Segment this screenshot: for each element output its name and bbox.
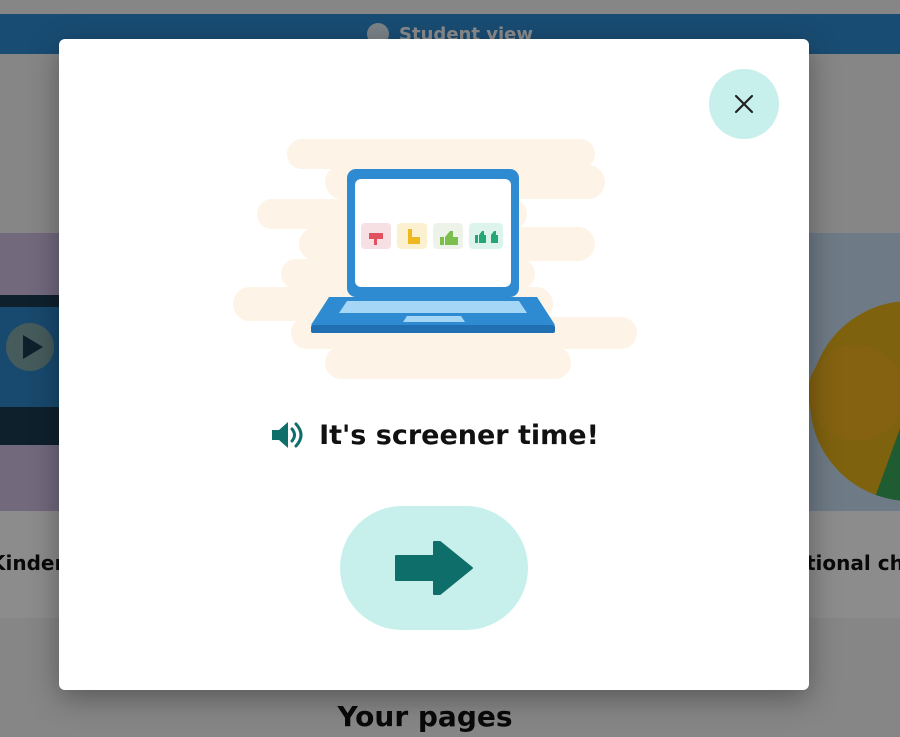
close-button[interactable] — [709, 69, 779, 139]
screener-modal: It's screener time! — [59, 39, 809, 690]
read-aloud-button[interactable] — [269, 417, 305, 453]
speaker-icon — [272, 422, 303, 448]
next-button[interactable] — [340, 506, 528, 630]
modal-title: It's screener time! — [319, 419, 599, 451]
arrow-right-icon — [395, 541, 473, 595]
close-icon — [734, 94, 754, 114]
laptop-illustration — [233, 139, 637, 379]
modal-heading: It's screener time! — [59, 417, 809, 453]
